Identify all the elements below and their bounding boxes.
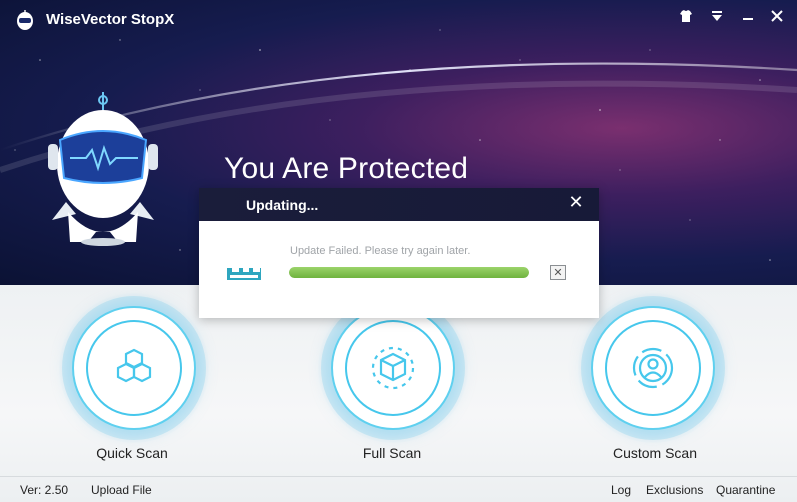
minimize-icon[interactable] <box>737 6 759 26</box>
full-scan-button[interactable] <box>331 306 455 430</box>
dialog-close-icon[interactable]: ✕ <box>566 191 586 215</box>
update-dialog-header: Updating... ✕ <box>199 188 599 221</box>
custom-scan-button[interactable] <box>591 306 715 430</box>
log-link[interactable]: Log <box>611 483 631 497</box>
app-window: WiseVector StopX You Are Protected Quick… <box>0 0 797 502</box>
update-castle-icon <box>227 268 261 280</box>
upload-file-link[interactable]: Upload File <box>91 483 152 497</box>
quick-scan-button[interactable] <box>72 306 196 430</box>
cube-icon <box>371 346 415 390</box>
app-logo-icon <box>17 10 33 30</box>
update-status-message: Update Failed. Please try again later. <box>290 245 471 257</box>
tshirt-icon[interactable] <box>675 6 697 26</box>
protection-status-title: You Are Protected <box>224 152 469 185</box>
update-progress-bar <box>289 267 529 278</box>
quick-scan-ring <box>59 293 209 443</box>
user-target-icon <box>632 347 674 389</box>
custom-scan-inner-ring <box>605 320 701 416</box>
custom-scan-label[interactable]: Custom Scan <box>570 445 740 461</box>
full-scan-label[interactable]: Full Scan <box>307 445 477 461</box>
menu-down-icon[interactable] <box>706 6 728 26</box>
quarantine-link[interactable]: Quarantine <box>716 483 775 497</box>
update-dialog-title: Updating... <box>246 197 319 213</box>
update-dialog: Updating... ✕ Update Failed. Please try … <box>199 188 599 318</box>
exclusions-link[interactable]: Exclusions <box>646 483 703 497</box>
title-bar: WiseVector StopX <box>0 0 797 36</box>
hexagon-molecule-icon <box>116 348 152 383</box>
cancel-update-button[interactable]: ✕ <box>550 265 566 280</box>
quick-scan-label[interactable]: Quick Scan <box>47 445 217 461</box>
version-label: Ver: 2.50 <box>20 483 69 497</box>
app-title: WiseVector StopX <box>46 11 175 28</box>
footer-bar: Ver: 2.50 Upload File Log Exclusions Qua… <box>0 476 797 502</box>
quick-scan-inner-ring <box>86 320 182 416</box>
custom-scan-ring <box>578 293 728 443</box>
full-scan-inner-ring <box>345 320 441 416</box>
robot-mascot-icon <box>48 92 158 246</box>
update-progress-fill <box>289 267 529 278</box>
close-icon[interactable] <box>766 6 788 26</box>
